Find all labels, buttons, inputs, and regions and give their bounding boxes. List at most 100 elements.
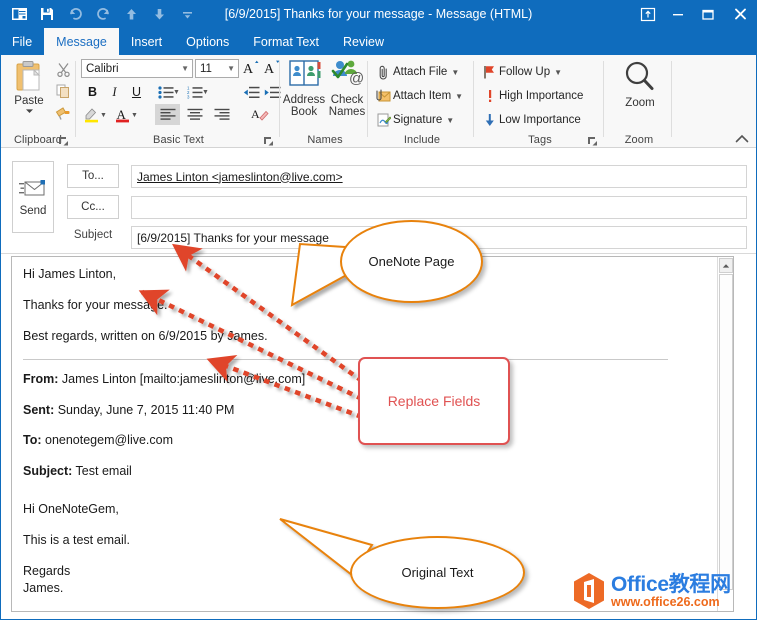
to-field[interactable]: James Linton <jameslinton@live.com> [131, 165, 747, 188]
tab-insert[interactable]: Insert [119, 28, 174, 55]
paperclip-icon [374, 65, 393, 80]
align-right-button[interactable] [209, 104, 234, 125]
italic-label: I [112, 85, 116, 100]
maximize-icon[interactable] [693, 0, 723, 28]
svg-text:3: 3 [187, 94, 190, 98]
body-vertical-scrollbar[interactable] [717, 257, 733, 611]
highlight-chevron-icon[interactable]: ▼ [100, 112, 107, 119]
high-importance-label: High Importance [499, 90, 583, 102]
check-names-label: Check Names [329, 94, 365, 118]
scrollbar-thumb[interactable] [719, 274, 733, 590]
zoom-button[interactable]: Zoom [618, 58, 662, 126]
attach-file-label: Attach File [393, 66, 447, 78]
group-separator [473, 61, 474, 137]
font-size-value: 11 [200, 63, 212, 75]
down-arrow-icon [480, 113, 499, 127]
send-button[interactable]: Send [12, 161, 54, 233]
save-icon[interactable] [34, 2, 60, 26]
clipboard-dialog-launcher[interactable] [58, 134, 69, 145]
tab-file[interactable]: File [0, 28, 44, 55]
address-book-button[interactable]: Address Book [283, 58, 325, 126]
undo-icon[interactable] [62, 2, 88, 26]
ribbon-display-options-icon[interactable] [633, 0, 663, 28]
attach-file-button[interactable]: Attach File ▼ [374, 61, 459, 83]
group-separator [279, 61, 280, 137]
to-recipient: James Linton <jameslinton@live.com> [137, 170, 343, 184]
chevron-down-icon: ▼ [554, 68, 562, 77]
group-separator [671, 61, 672, 137]
underline-button[interactable]: U [126, 82, 147, 102]
tags-dialog-launcher[interactable] [587, 134, 598, 145]
tab-options[interactable]: Options [174, 28, 241, 55]
redo-icon[interactable] [90, 2, 116, 26]
group-separator [367, 61, 368, 137]
quote-from-value: James Linton [mailto:jameslinton@live.co… [58, 372, 305, 386]
italic-button[interactable]: I [104, 82, 125, 102]
decrease-indent-button[interactable] [242, 82, 260, 102]
low-importance-button[interactable]: Low Importance [480, 109, 581, 131]
cc-button[interactable]: Cc... [67, 195, 119, 219]
basic-text-dialog-launcher[interactable] [263, 134, 274, 145]
message-body-text[interactable]: Hi James Linton, Thanks for your message… [23, 266, 683, 611]
chevron-down-icon: ▼ [181, 64, 189, 73]
paste-button[interactable]: Paste [6, 58, 52, 126]
font-size-combo[interactable]: 11 ▼ [195, 59, 239, 78]
scroll-up-icon[interactable] [719, 258, 733, 273]
callout-replace-fields: Replace Fields [358, 357, 510, 445]
flag-icon [480, 65, 499, 79]
quote-sent-label: Sent: [23, 403, 54, 417]
quote-divider [23, 359, 668, 360]
previous-item-icon[interactable] [118, 2, 144, 26]
font-name-combo[interactable]: Calibri ▼ [81, 59, 193, 78]
signature-icon [374, 113, 393, 127]
tab-message[interactable]: Message [44, 28, 119, 55]
attach-item-button[interactable]: Attach Item ▼ [374, 85, 463, 107]
bullets-chevron-icon[interactable]: ▼ [173, 89, 180, 96]
copy-icon[interactable] [52, 81, 74, 102]
quote-subject-value: Test email [72, 464, 132, 478]
subject-label: Subject [67, 229, 119, 241]
high-importance-button[interactable]: High Importance [480, 85, 583, 107]
next-item-icon[interactable] [146, 2, 172, 26]
font-color-chevron-icon[interactable]: ▼ [131, 112, 138, 119]
body-signoff: Best regards, written on 6/9/2015 by Jam… [23, 328, 683, 345]
office-logo-icon [572, 572, 606, 610]
collapse-ribbon-icon[interactable] [735, 131, 749, 145]
format-painter-icon[interactable] [52, 103, 74, 124]
to-button[interactable]: To... [67, 164, 119, 188]
center-button[interactable] [182, 104, 207, 125]
ribbon-group-include: Attach File ▼ Attach Item ▼ Signature ▼ … [370, 55, 474, 148]
ribbon-group-basic-text: Calibri ▼ 11 ▼ A A B I U ▼ 123 ▼ [77, 55, 280, 148]
align-left-button[interactable] [155, 104, 180, 125]
customize-qat-icon[interactable] [174, 2, 200, 26]
watermark-brand: Office教程网 [611, 574, 731, 595]
tab-review[interactable]: Review [331, 28, 396, 55]
follow-up-button[interactable]: Follow Up ▼ [480, 61, 562, 83]
paste-label: Paste [14, 95, 43, 107]
quote-subject-label: Subject: [23, 464, 72, 478]
quote-sent-line: Sent: Sunday, June 7, 2015 11:40 PM [23, 402, 683, 419]
chevron-down-icon: ▼ [227, 64, 235, 73]
minimize-icon[interactable] [663, 0, 693, 28]
close-icon[interactable] [723, 0, 757, 28]
address-book-label: Address Book [283, 94, 325, 118]
bold-button[interactable]: B [82, 82, 103, 102]
clear-formatting-button[interactable]: A [249, 104, 271, 125]
cc-field[interactable] [131, 196, 747, 219]
original-greeting: Hi OneNoteGem, [23, 501, 683, 518]
numbering-chevron-icon[interactable]: ▼ [202, 89, 209, 96]
callout-replace-label: Replace Fields [388, 393, 481, 409]
grow-font-button[interactable]: A [242, 58, 260, 78]
svg-text:A: A [243, 62, 254, 76]
check-names-button[interactable]: @ Check Names [326, 58, 368, 126]
title-bar: [6/9/2015] Thanks for your message - Mes… [0, 0, 757, 28]
font-name-value: Calibri [86, 63, 119, 75]
cut-icon[interactable] [52, 59, 74, 80]
svg-text:A: A [251, 107, 260, 121]
ribbon: Paste Clipboard Calibri ▼ 11 ▼ A [0, 55, 757, 148]
signature-button[interactable]: Signature ▼ [374, 109, 454, 131]
tab-format-text[interactable]: Format Text [241, 28, 331, 55]
quote-from-label: From: [23, 372, 58, 386]
attach-item-icon [374, 89, 393, 103]
message-icon[interactable] [6, 2, 32, 26]
